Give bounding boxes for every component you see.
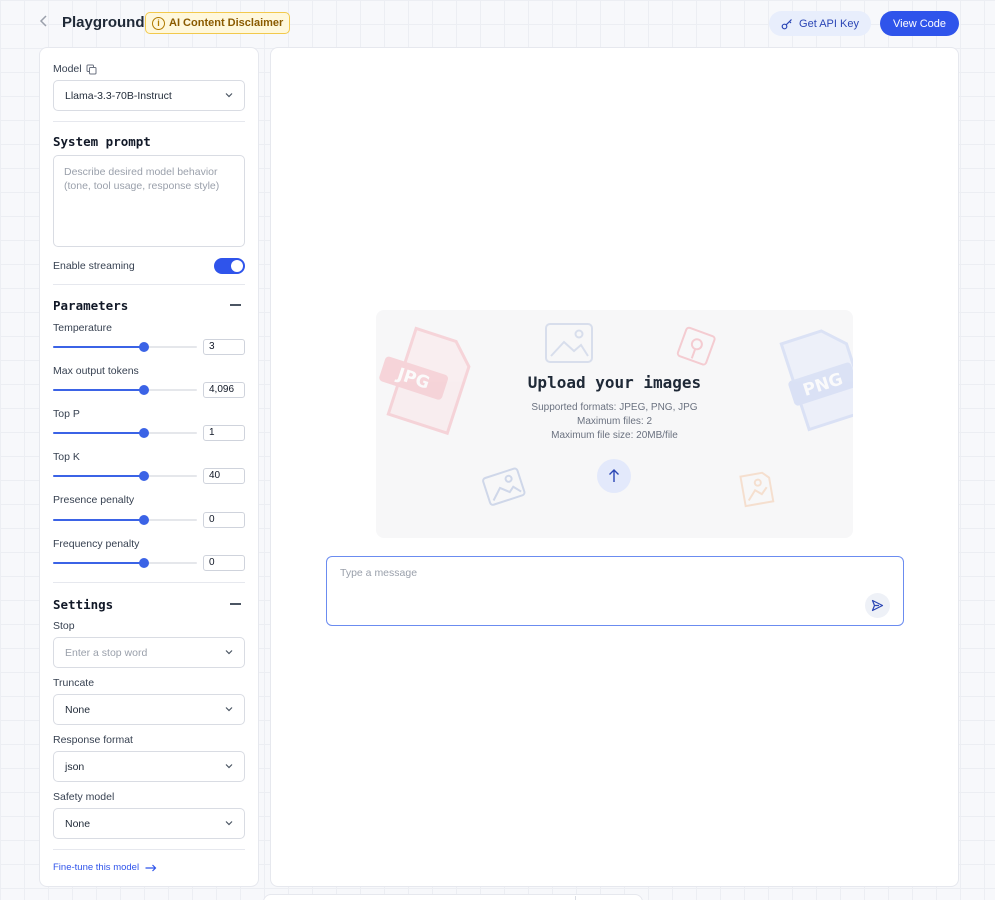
- toggle-knob: [231, 260, 243, 272]
- chevron-down-icon: [225, 821, 233, 826]
- param-label: Max output tokens: [53, 365, 139, 377]
- slider-thumb[interactable]: [138, 558, 149, 568]
- chat-area: JPG PNG Upload your images Supported for…: [270, 47, 959, 887]
- arrow-up-icon: [609, 469, 619, 482]
- response-format-label: Response format: [53, 734, 133, 746]
- safety-model-value: None: [65, 817, 91, 830]
- temperature-slider[interactable]: [53, 341, 197, 353]
- copy-icon[interactable]: [86, 64, 97, 75]
- upload-title: Upload your images: [527, 373, 702, 392]
- response-format-select[interactable]: json: [53, 751, 245, 782]
- back-chevron-icon[interactable]: [38, 14, 54, 32]
- upload-max-files-text: Maximum files: 2: [576, 416, 652, 427]
- message-composer[interactable]: Type a message: [326, 556, 904, 626]
- divider: [53, 284, 245, 285]
- divider: [53, 849, 245, 850]
- ai-disclaimer-badge[interactable]: i AI Content Disclaimer: [145, 12, 291, 34]
- settings-collapse-icon[interactable]: [230, 603, 241, 605]
- chevron-down-icon: [225, 764, 233, 769]
- top-p-slider[interactable]: [53, 427, 197, 439]
- safety-model-select[interactable]: None: [53, 808, 245, 839]
- response-format-value: json: [65, 760, 85, 773]
- settings-title: Settings: [53, 597, 114, 612]
- system-prompt-title: System prompt: [53, 134, 151, 149]
- image-upload-dropzone[interactable]: JPG PNG Upload your images Supported for…: [376, 310, 853, 538]
- max-tokens-slider[interactable]: [53, 384, 197, 396]
- model-label-row: Model: [53, 63, 97, 75]
- streaming-label: Enable streaming: [53, 260, 135, 272]
- view-code-button[interactable]: View Code: [880, 11, 959, 36]
- stop-word-placeholder: Enter a stop word: [65, 646, 148, 659]
- model-select-value: Llama-3.3-70B-Instruct: [65, 89, 172, 102]
- message-input-placeholder: Type a message: [340, 567, 418, 579]
- top-p-input[interactable]: 1: [203, 425, 245, 441]
- upload-max-size-text: Maximum file size: 20MB/file: [551, 430, 678, 441]
- param-label: Frequency penalty: [53, 538, 140, 550]
- truncate-label: Truncate: [53, 677, 95, 689]
- stop-label: Stop: [53, 620, 75, 632]
- system-prompt-input[interactable]: Describe desired model behavior (tone, t…: [53, 155, 245, 247]
- chevron-down-icon: [225, 707, 233, 712]
- top-k-input[interactable]: 40: [203, 468, 245, 484]
- chevron-down-icon: [225, 650, 233, 655]
- max-tokens-input[interactable]: 4,096: [203, 382, 245, 398]
- fine-tune-link[interactable]: Fine-tune this model: [53, 862, 157, 873]
- presence-penalty-slider[interactable]: [53, 514, 197, 526]
- truncate-value: None: [65, 703, 91, 716]
- slider-thumb[interactable]: [138, 471, 149, 481]
- presence-penalty-input[interactable]: 0: [203, 512, 245, 528]
- divider: [53, 121, 245, 122]
- frequency-penalty-input[interactable]: 0: [203, 555, 245, 571]
- key-icon: [781, 18, 792, 29]
- param-label: Presence penalty: [53, 494, 135, 506]
- upload-button[interactable]: [597, 459, 631, 493]
- slider-thumb[interactable]: [138, 515, 149, 525]
- param-label: Top P: [53, 408, 80, 420]
- model-label: Model: [53, 63, 82, 75]
- send-button[interactable]: [865, 593, 890, 618]
- page-title: Playground: [62, 14, 145, 31]
- model-select[interactable]: Llama-3.3-70B-Instruct: [53, 80, 245, 111]
- send-icon: [871, 599, 884, 612]
- safety-model-label: Safety model: [53, 791, 115, 803]
- stop-word-select[interactable]: Enter a stop word: [53, 637, 245, 668]
- param-label: Temperature: [53, 322, 112, 334]
- bottom-tab-bar: [263, 894, 643, 900]
- streaming-toggle[interactable]: [214, 258, 245, 274]
- temperature-input[interactable]: 3: [203, 339, 245, 355]
- tab-separator: [575, 896, 576, 900]
- parameters-collapse-icon[interactable]: [230, 304, 241, 306]
- slider-thumb[interactable]: [138, 428, 149, 438]
- frequency-penalty-slider[interactable]: [53, 557, 197, 569]
- top-k-slider[interactable]: [53, 470, 197, 482]
- upload-formats-text: Supported formats: JPEG, PNG, JPG: [531, 402, 698, 413]
- get-api-key-button[interactable]: Get API Key: [769, 11, 871, 36]
- settings-sidebar: Model Llama-3.3-70B-Instruct System prom…: [39, 47, 259, 887]
- disclaimer-text: AI Content Disclaimer: [169, 17, 284, 29]
- top-header: Playground i AI Content Disclaimer Get A…: [0, 0, 995, 46]
- slider-thumb[interactable]: [138, 385, 149, 395]
- param-label: Top K: [53, 451, 80, 463]
- fine-tune-label: Fine-tune this model: [53, 862, 140, 873]
- truncate-select[interactable]: None: [53, 694, 245, 725]
- chevron-down-icon: [225, 93, 233, 98]
- divider: [53, 582, 245, 583]
- info-icon: i: [152, 16, 165, 30]
- parameters-title: Parameters: [53, 298, 129, 313]
- get-api-key-label: Get API Key: [799, 17, 859, 30]
- slider-thumb[interactable]: [138, 342, 149, 352]
- arrow-right-icon: [145, 864, 157, 871]
